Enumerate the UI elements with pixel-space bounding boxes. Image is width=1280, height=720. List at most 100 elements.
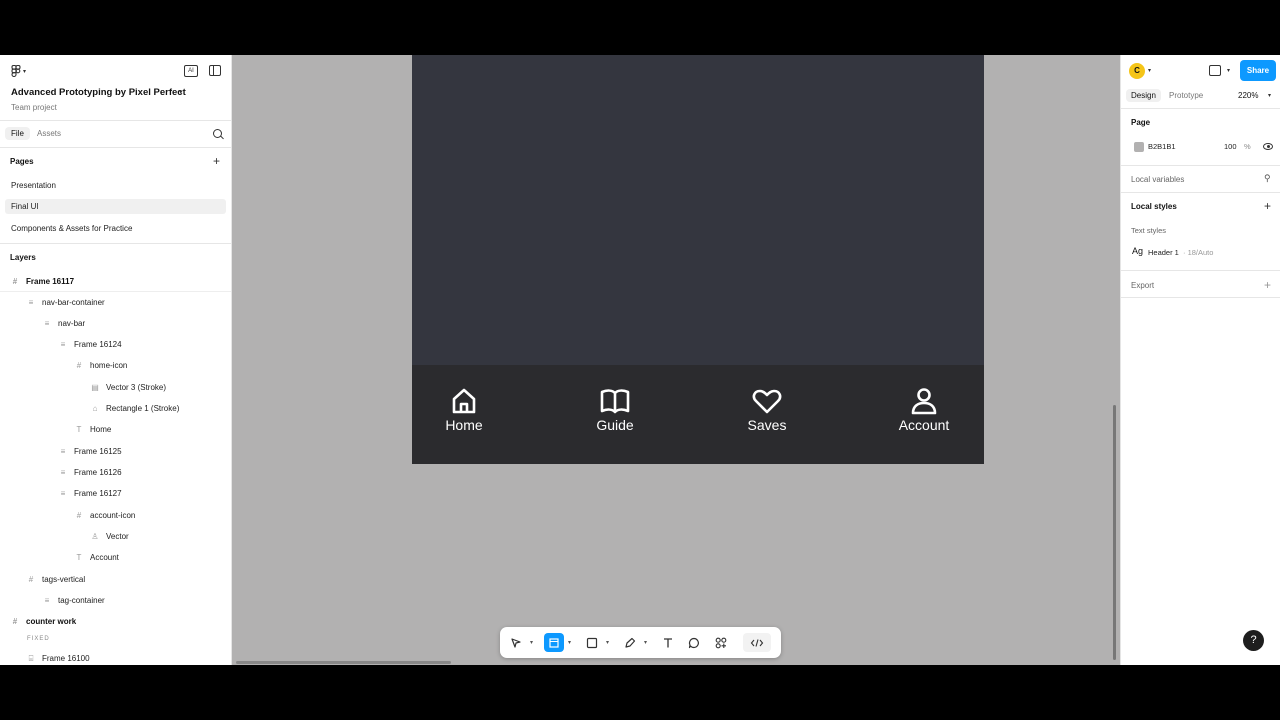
local-variables-title[interactable]: Local variables: [1131, 175, 1184, 184]
chevron-down-icon[interactable]: ▾: [1268, 92, 1271, 99]
layer-label: Frame 16117: [26, 277, 75, 286]
layer-item[interactable]: # counter work: [0, 612, 231, 632]
layer-item[interactable]: T Account: [0, 548, 231, 568]
text-style-name[interactable]: Header 1: [1148, 248, 1179, 257]
layer-item[interactable]: ≡ tag-container: [0, 591, 231, 611]
auto-layout-icon: ≡: [60, 447, 66, 456]
chevron-down-icon[interactable]: ▾: [606, 639, 609, 646]
ai-button[interactable]: AI: [184, 65, 198, 77]
file-title[interactable]: Advanced Prototyping by Pixel Perfect: [11, 87, 186, 98]
page-item-presentation[interactable]: Presentation: [5, 178, 226, 193]
layer-item[interactable]: ⌸ Frame 16100: [0, 649, 231, 665]
nav-item-guide[interactable]: Guide: [590, 387, 640, 433]
text-tool-button[interactable]: [658, 633, 678, 652]
avatar[interactable]: C: [1129, 63, 1145, 79]
main-menu-button[interactable]: ▾: [11, 65, 31, 77]
nav-bar[interactable]: Home Guide Saves Account: [412, 365, 984, 464]
page-color-swatch[interactable]: [1134, 142, 1144, 152]
export-title[interactable]: Export: [1131, 281, 1154, 290]
toggle-panel-icon[interactable]: [209, 65, 221, 76]
nav-item-account[interactable]: Account: [893, 387, 955, 433]
layer-item[interactable]: ≡ Frame 16127: [0, 484, 231, 504]
add-export-icon[interactable]: +: [1264, 279, 1271, 291]
text-icon: T: [76, 553, 82, 562]
home-icon: [452, 388, 476, 414]
layer-item[interactable]: ▤ Vector 3 (Stroke): [0, 378, 231, 398]
layer-label: counter work: [26, 617, 77, 626]
layer-item[interactable]: ♙ Vector: [0, 527, 231, 547]
layer-label: home-icon: [90, 361, 128, 370]
comment-tool-button[interactable]: [684, 633, 704, 652]
nav-label: Guide: [596, 417, 634, 433]
chevron-down-icon[interactable]: ▾: [1227, 67, 1230, 74]
shape-tool-button[interactable]: [582, 633, 602, 652]
layer-item[interactable]: ≡ nav-bar: [0, 314, 231, 334]
layer-label: Vector: [106, 532, 129, 541]
layer-item[interactable]: # home-icon: [0, 356, 231, 376]
chevron-down-icon: ▾: [23, 68, 27, 75]
present-icon[interactable]: [1209, 65, 1221, 76]
move-tool-button[interactable]: [506, 633, 526, 652]
sliders-icon[interactable]: ⚲: [1264, 173, 1271, 184]
page-item-final-ui[interactable]: Final UI: [5, 199, 226, 214]
eye-icon[interactable]: [1263, 143, 1273, 150]
layer-label: Account: [90, 553, 119, 562]
chevron-down-icon[interactable]: ▾: [568, 639, 571, 646]
layer-item[interactable]: ≡ nav-bar-container: [0, 293, 231, 313]
bottom-toolbar: ▾ ▾ ▾ ▾: [500, 627, 781, 658]
page-color-hex[interactable]: B2B1B1: [1148, 142, 1176, 151]
dev-mode-button[interactable]: [743, 633, 771, 652]
layer-label: Frame 16125: [74, 447, 122, 456]
page-opacity[interactable]: 100: [1224, 142, 1237, 151]
actions-button[interactable]: [711, 633, 731, 652]
frame-icon: #: [12, 277, 18, 286]
search-icon[interactable]: [213, 129, 222, 138]
rectangle-icon: [586, 637, 598, 648]
layer-item[interactable]: ≡ Frame 16125: [0, 442, 231, 462]
chevron-down-icon[interactable]: ▾: [179, 88, 183, 96]
pen-tool-button[interactable]: [620, 633, 640, 652]
chevron-down-icon[interactable]: ▾: [1148, 67, 1151, 74]
layer-item[interactable]: ≡ Frame 16124: [0, 335, 231, 355]
design-frame[interactable]: Home Guide Saves Account: [412, 55, 984, 464]
nav-label: Account: [898, 417, 950, 433]
layer-item[interactable]: # account-icon: [0, 506, 231, 526]
vertical-scrollbar[interactable]: [1113, 405, 1116, 660]
layers-title: Layers: [10, 253, 36, 262]
tab-assets[interactable]: Assets: [37, 129, 61, 138]
add-page-icon[interactable]: +: [213, 155, 220, 167]
auto-layout-icon: ≡: [44, 596, 50, 605]
right-panel: C ▾ ▾ Share Design Prototype 220% ▾ Page…: [1120, 55, 1280, 665]
auto-layout-icon: ≡: [28, 298, 34, 307]
page-item-components[interactable]: Components & Assets for Practice: [5, 221, 226, 236]
layer-label: Rectangle 1 (Stroke): [106, 404, 180, 413]
tab-file[interactable]: File: [5, 127, 30, 140]
chevron-down-icon[interactable]: ▾: [644, 639, 647, 646]
layer-item[interactable]: # Frame 16117: [0, 272, 231, 292]
tab-design[interactable]: Design: [1126, 89, 1161, 102]
local-styles-title: Local styles: [1131, 202, 1177, 211]
vector-icon: ⌂: [92, 404, 98, 413]
cursor-icon: [511, 637, 521, 648]
share-button[interactable]: Share: [1240, 60, 1276, 81]
layer-item[interactable]: T Home: [0, 420, 231, 440]
horizontal-scrollbar[interactable]: [236, 661, 451, 664]
layer-item[interactable]: # tags-vertical: [0, 570, 231, 590]
layer-item[interactable]: ≡ Frame 16126: [0, 463, 231, 483]
pages-section: Pages + Presentation Final UI Components…: [0, 148, 231, 244]
add-style-icon[interactable]: +: [1264, 200, 1271, 212]
left-tabs: File Assets: [0, 121, 231, 148]
frame-tool-button[interactable]: [544, 633, 564, 652]
chevron-down-icon[interactable]: ▾: [530, 639, 533, 646]
nav-label: Saves: [747, 417, 787, 433]
layer-item[interactable]: ⌂ Rectangle 1 (Stroke): [0, 399, 231, 419]
nav-item-home[interactable]: Home: [439, 387, 489, 433]
layer-label: Frame 16100: [42, 654, 90, 663]
left-panel: ▾ AI Advanced Prototyping by Pixel Perfe…: [0, 55, 232, 665]
frame-tool-icon: [549, 637, 559, 648]
help-button[interactable]: ?: [1243, 630, 1264, 651]
tab-prototype[interactable]: Prototype: [1169, 91, 1203, 100]
canvas[interactable]: Home Guide Saves Account ▾ ▾ ▾ ▾: [232, 55, 1120, 665]
zoom-level[interactable]: 220%: [1238, 91, 1258, 100]
nav-item-saves[interactable]: Saves: [742, 387, 792, 433]
